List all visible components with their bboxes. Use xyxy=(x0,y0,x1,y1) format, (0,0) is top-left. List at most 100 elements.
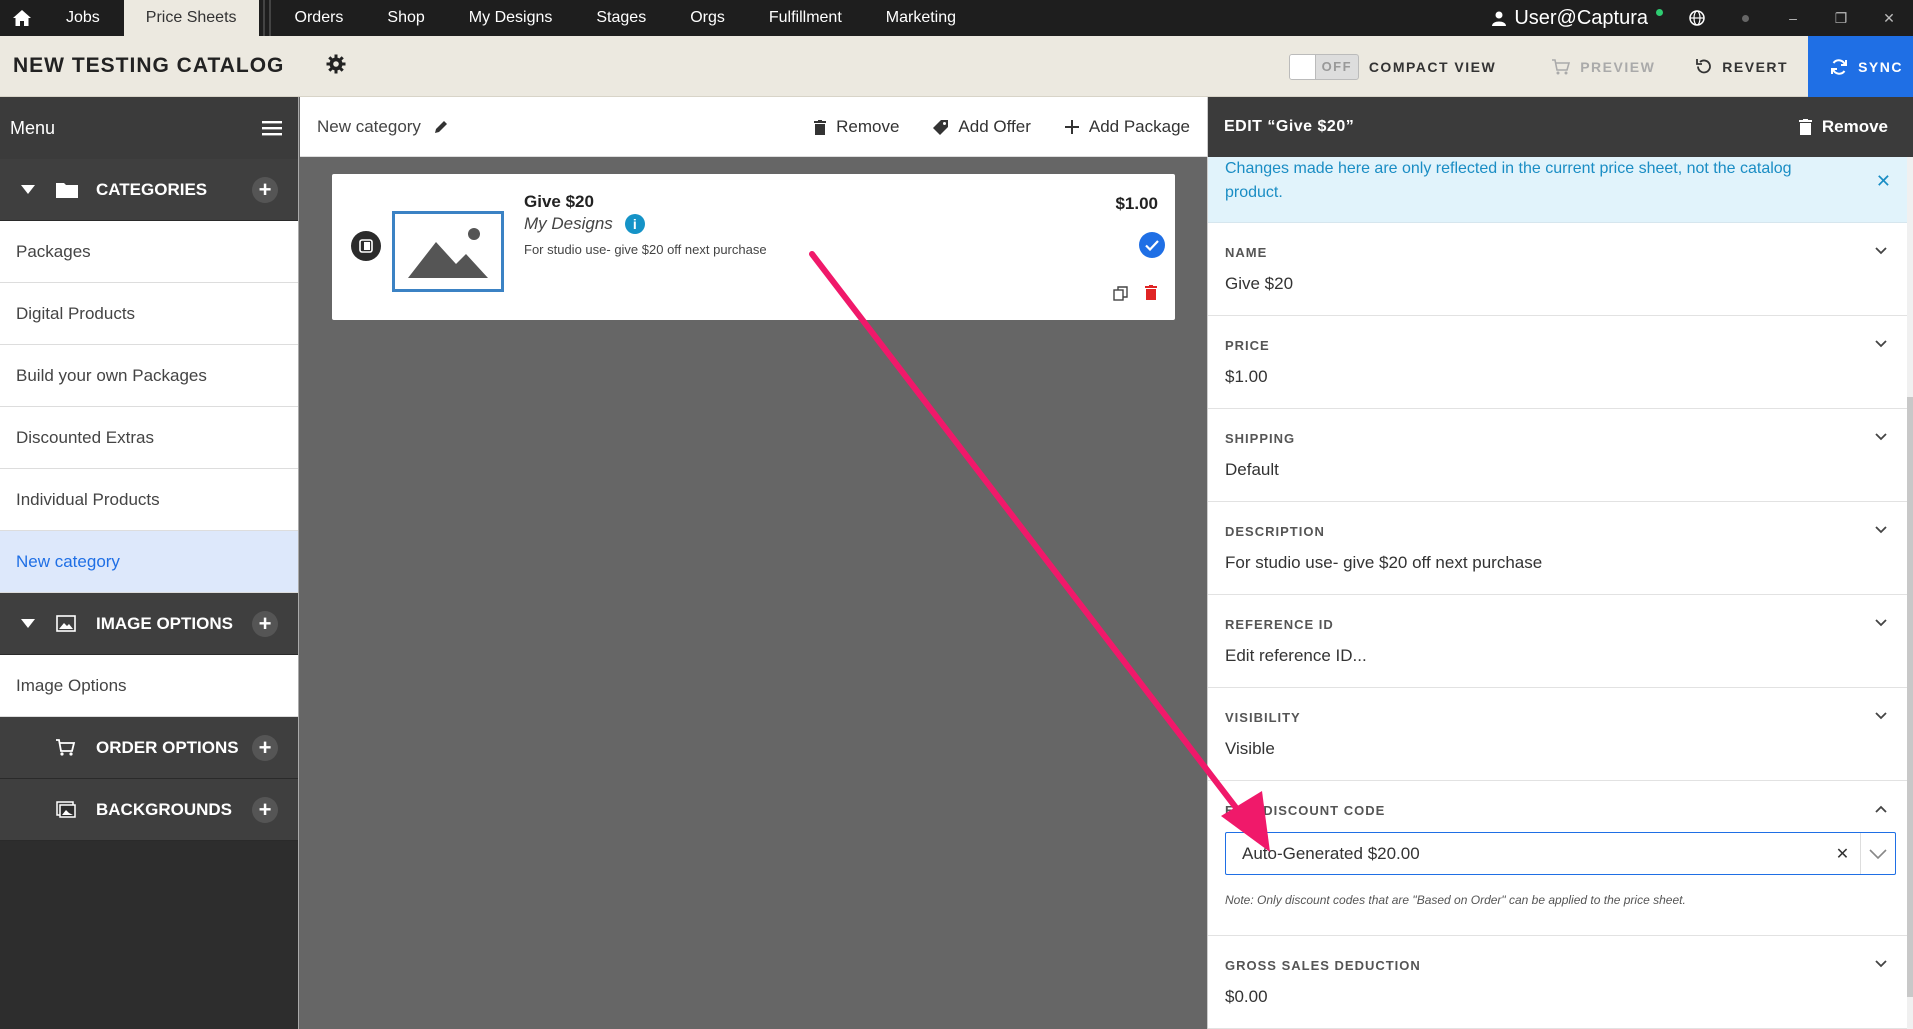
chevron-down-icon[interactable] xyxy=(1875,619,1887,627)
sidebar-item-new-category[interactable]: New category xyxy=(0,531,298,593)
field-label: EDIT DISCOUNT CODE xyxy=(1225,803,1386,818)
chevron-down-icon[interactable] xyxy=(1875,712,1887,720)
product-thumbnail[interactable] xyxy=(392,211,504,292)
sidebar-item-packages[interactable]: Packages xyxy=(0,221,298,283)
section-categories[interactable]: CATEGORIES + xyxy=(0,159,298,221)
field-label: GROSS SALES DEDUCTION xyxy=(1225,958,1421,973)
delete-icon[interactable] xyxy=(1145,285,1157,305)
field-label: REFERENCE ID xyxy=(1225,617,1334,632)
add-category-button[interactable]: + xyxy=(252,176,278,203)
scrollbar-thumb[interactable] xyxy=(1907,397,1913,997)
product-name: Give $20 xyxy=(524,192,594,211)
chevron-up-icon[interactable] xyxy=(1875,805,1887,813)
product-card[interactable]: Give $20 My Designs i For studio use- gi… xyxy=(332,174,1175,320)
compact-view-control[interactable]: OFF COMPACT VIEW xyxy=(1269,36,1532,97)
chevron-down-icon[interactable] xyxy=(1875,340,1887,348)
tab-orders[interactable]: Orders xyxy=(273,0,366,36)
add-image-option-button[interactable]: + xyxy=(252,610,278,637)
info-notice: Changes made here are only reflected in … xyxy=(1208,157,1913,223)
remove-category-button[interactable]: Remove xyxy=(814,117,933,137)
chevron-down-icon[interactable] xyxy=(1875,433,1887,441)
close-window-icon[interactable]: ✕ xyxy=(1865,0,1913,36)
sync-button[interactable]: SYNC xyxy=(1808,36,1913,97)
sidebar-item-build-your-own-packages[interactable]: Build your own Packages xyxy=(0,345,298,407)
user-menu[interactable]: User@Captura xyxy=(1492,7,1673,30)
menu-label: Menu xyxy=(10,117,56,138)
caret-down-icon[interactable] xyxy=(0,185,56,194)
remove-label: Remove xyxy=(1821,117,1888,136)
revert-button[interactable]: REVERT xyxy=(1675,36,1808,97)
field-discount-code[interactable]: EDIT DISCOUNT CODE Auto-Generated $20.00… xyxy=(1208,781,1913,936)
add-package-button[interactable]: Add Package xyxy=(1064,117,1207,137)
section-image-options[interactable]: IMAGE OPTIONS + xyxy=(0,593,298,655)
remove-label: Remove xyxy=(836,117,900,136)
revert-label: REVERT xyxy=(1722,58,1789,75)
field-shipping[interactable]: SHIPPING Default xyxy=(1208,409,1913,502)
sidebar-item-discounted-extras[interactable]: Discounted Extras xyxy=(0,407,298,469)
chevron-down-icon[interactable] xyxy=(1875,526,1887,534)
home-icon[interactable] xyxy=(0,0,44,36)
info-icon[interactable]: i xyxy=(624,214,645,234)
field-label: NAME xyxy=(1225,245,1268,260)
globe-icon[interactable] xyxy=(1673,0,1721,36)
tab-orgs[interactable]: Orgs xyxy=(668,0,747,36)
cart-icon xyxy=(1552,58,1571,74)
restore-icon[interactable]: ❐ xyxy=(1817,0,1865,36)
product-type-badge-icon xyxy=(351,231,381,261)
field-reference-id[interactable]: REFERENCE ID Edit reference ID... xyxy=(1208,595,1913,688)
discount-code-input[interactable]: Auto-Generated $20.00 xyxy=(1226,844,1825,864)
sidebar-item-image-options[interactable]: Image Options xyxy=(0,655,298,717)
remove-product-button[interactable]: Remove xyxy=(1798,117,1888,137)
field-price[interactable]: PRICE $1.00 xyxy=(1208,316,1913,409)
tab-price-sheets[interactable]: Price Sheets xyxy=(123,0,259,36)
chevron-down-icon[interactable] xyxy=(1861,848,1895,859)
catalog-header: NEW TESTING CATALOG OFF COMPACT VIEW PRE… xyxy=(0,36,1913,97)
gear-icon[interactable] xyxy=(326,54,346,79)
edit-panel-title: EDIT “Give $20” xyxy=(1224,118,1355,135)
trash-icon xyxy=(1798,119,1812,135)
tab-my-designs[interactable]: My Designs xyxy=(447,0,575,36)
minimize-icon[interactable]: – xyxy=(1769,0,1817,36)
sidebar: Menu CATEGORIES + Packages Digital Produ… xyxy=(0,97,299,1029)
duplicate-icon[interactable] xyxy=(1113,286,1128,306)
add-order-option-button[interactable]: + xyxy=(252,734,278,761)
field-visibility[interactable]: VISIBILITY Visible xyxy=(1208,688,1913,781)
add-offer-label: Add Offer xyxy=(958,117,1031,136)
chevron-down-icon[interactable] xyxy=(1875,960,1887,968)
sidebar-item-individual-products[interactable]: Individual Products xyxy=(0,469,298,531)
tab-fulfillment[interactable]: Fulfillment xyxy=(747,0,864,36)
field-name[interactable]: NAME Give $20 xyxy=(1208,223,1913,316)
section-order-options[interactable]: ORDER OPTIONS + xyxy=(0,717,298,779)
product-source: My Designs xyxy=(524,214,613,233)
product-price: $1.00 xyxy=(1115,194,1158,213)
tab-jobs[interactable]: Jobs xyxy=(44,0,122,36)
preview-button[interactable]: PREVIEW xyxy=(1532,36,1675,97)
section-backgrounds[interactable]: BACKGROUNDS + xyxy=(0,779,298,841)
add-background-button[interactable]: + xyxy=(252,796,278,823)
edit-panel-header: EDIT “Give $20” Remove xyxy=(1208,97,1913,157)
edit-panel: EDIT “Give $20” Remove Changes made here… xyxy=(1207,97,1913,1029)
clear-icon[interactable]: ✕ xyxy=(1825,833,1861,874)
field-description[interactable]: DESCRIPTION For studio use- give $20 off… xyxy=(1208,502,1913,595)
close-icon[interactable]: ✕ xyxy=(1876,169,1891,193)
sidebar-item-digital-products[interactable]: Digital Products xyxy=(0,283,298,345)
chevron-down-icon[interactable] xyxy=(1875,247,1887,255)
scrollbar[interactable] xyxy=(1907,157,1913,1029)
hamburger-icon[interactable] xyxy=(262,120,282,136)
checkmark-icon[interactable] xyxy=(1139,232,1165,258)
pencil-icon[interactable] xyxy=(433,119,449,135)
online-status-dot xyxy=(1656,8,1663,16)
tab-stages[interactable]: Stages xyxy=(574,0,668,36)
caret-down-icon[interactable] xyxy=(0,619,56,628)
image-icon xyxy=(56,615,96,632)
discount-note: Note: Only discount codes that are "Base… xyxy=(1225,893,1686,907)
tab-marketing[interactable]: Marketing xyxy=(864,0,978,36)
discount-code-select[interactable]: Auto-Generated $20.00 ✕ xyxy=(1225,832,1896,875)
plus-icon xyxy=(1064,120,1079,134)
field-gross-sales-deduction[interactable]: GROSS SALES DEDUCTION $0.00 xyxy=(1208,936,1913,1029)
add-offer-button[interactable]: Add Offer xyxy=(933,117,1064,137)
folder-icon xyxy=(56,181,96,198)
tab-shop[interactable]: Shop xyxy=(365,0,446,36)
section-label: CATEGORIES xyxy=(96,179,208,199)
compact-view-toggle[interactable]: OFF xyxy=(1288,53,1359,80)
